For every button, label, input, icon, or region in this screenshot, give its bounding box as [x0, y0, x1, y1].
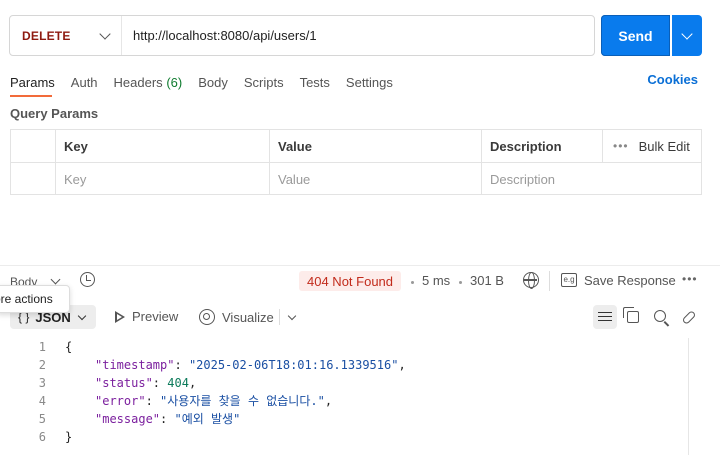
more-options-icon[interactable]: •••: [682, 272, 698, 286]
divider: [549, 271, 550, 291]
json-colon: :: [145, 394, 161, 408]
tab-headers-label: Headers: [113, 74, 163, 90]
tab-tests[interactable]: Tests: [300, 75, 330, 90]
request-tabs: Params Auth Headers (6) Body Scripts Tes…: [10, 72, 409, 92]
json-key: "message": [95, 412, 161, 426]
code-text: "message": "예외 발생": [95, 410, 240, 428]
column-header-key: Key: [64, 138, 88, 154]
response-size[interactable]: 301 B: [470, 273, 504, 288]
active-tab-indicator: [10, 95, 52, 97]
link-button[interactable]: [677, 305, 701, 329]
json-value: "사용자를 찾을 수 없습니다.": [160, 394, 325, 408]
column-header-description: Description: [490, 138, 562, 154]
divider: [279, 309, 280, 325]
json-key: "status": [95, 376, 153, 390]
line-number: 2: [38, 358, 46, 372]
code-text: {: [65, 340, 73, 354]
code-line: 5 "message": "예외 발생": [0, 410, 690, 428]
separator-dot: [459, 281, 462, 284]
copy-button[interactable]: [621, 305, 645, 329]
code-line: 2 "timestamp": "2025-02-06T18:01:16.13395…: [0, 356, 690, 374]
json-colon: :: [174, 358, 189, 372]
json-comma: ,: [398, 358, 406, 372]
tab-auth[interactable]: Auth: [71, 75, 98, 90]
search-button[interactable]: [649, 305, 673, 329]
scrollbar[interactable]: [688, 338, 689, 455]
code-text: "status": 404,: [95, 374, 196, 392]
json-value: "예외 발생": [174, 412, 241, 426]
search-icon: [654, 310, 666, 322]
visualize-label: Visualize: [222, 309, 274, 325]
copy-icon: [623, 307, 639, 323]
url-input[interactable]: http://localhost:8080/api/users/1: [122, 28, 317, 43]
save-response-button[interactable]: Save Response: [584, 273, 676, 288]
cookies-link[interactable]: Cookies: [647, 72, 698, 87]
tooltip: ore actions: [0, 285, 70, 313]
tab-headers[interactable]: Headers (6): [114, 75, 183, 90]
json-comma: ,: [188, 376, 197, 390]
save-icon[interactable]: e.g: [561, 273, 577, 287]
params-table: Key Value Description ••• Bulk Edit Key …: [10, 129, 702, 195]
tab-params[interactable]: Params: [10, 75, 55, 90]
json-value: 404: [167, 376, 189, 390]
param-description-input[interactable]: Description: [481, 163, 701, 195]
headers-count: (6): [166, 74, 183, 90]
tab-body[interactable]: Body: [198, 75, 228, 90]
code-line: 6}: [0, 428, 690, 446]
request-bar: DELETE http://localhost:8080/api/users/1: [9, 15, 595, 56]
query-params-title: Query Params: [10, 106, 99, 121]
play-icon: [115, 310, 125, 323]
json-value: "2025-02-06T18:01:16.1339516": [188, 358, 399, 372]
chevron-down-icon: [99, 27, 111, 40]
tooltip-text: ore actions: [0, 292, 53, 306]
code-line: 1{: [0, 338, 690, 356]
code-line: 3 "status": 404,: [0, 374, 690, 392]
column-header-value: Value: [278, 138, 312, 154]
tab-settings[interactable]: Settings: [346, 75, 393, 90]
table-row: Key Value Description: [11, 163, 701, 196]
wrap-icon: [598, 311, 612, 323]
send-button[interactable]: Send: [601, 15, 670, 56]
response-time[interactable]: 5 ms: [422, 273, 450, 288]
line-number: 5: [38, 412, 46, 426]
send-options-button[interactable]: [672, 15, 702, 56]
preview-label: Preview: [132, 309, 179, 324]
method-select[interactable]: DELETE: [10, 16, 122, 55]
json-comma: ,: [324, 394, 333, 408]
chevron-down-icon[interactable]: [287, 311, 297, 321]
history-icon[interactable]: [80, 272, 95, 287]
json-key: "timestamp": [95, 358, 175, 372]
line-number: 1: [38, 340, 46, 354]
table-header-row: Key Value Description ••• Bulk Edit: [11, 130, 701, 163]
status-badge[interactable]: 404 Not Found: [299, 271, 402, 291]
response-body-code[interactable]: 1{2 "timestamp": "2025-02-06T18:01:16.133…: [0, 338, 690, 446]
param-value-input[interactable]: Value: [269, 163, 481, 195]
visualize-icon: [199, 309, 215, 325]
line-number: 4: [38, 394, 46, 408]
json-colon: :: [152, 376, 168, 390]
code-text: }: [65, 430, 73, 444]
code-text: "error": "사용자를 찾을 수 없습니다.",: [95, 392, 332, 410]
column-divider: [602, 130, 603, 162]
line-number: 6: [38, 430, 46, 444]
param-key-input[interactable]: Key: [55, 163, 269, 195]
link-icon: [681, 309, 697, 325]
more-dots-icon: •••: [613, 139, 629, 153]
globe-icon[interactable]: [523, 272, 539, 289]
json-colon: :: [160, 412, 175, 426]
json-key: "error": [95, 394, 146, 408]
code-line: 4 "error": "사용자를 찾을 수 없습니다.",: [0, 392, 690, 410]
line-number: 3: [38, 376, 46, 390]
wrap-lines-button[interactable]: [593, 305, 617, 329]
visualize-button[interactable]: Visualize: [199, 309, 274, 325]
code-text: "timestamp": "2025-02-06T18:01:16.133951…: [95, 356, 406, 374]
chevron-down-icon: [681, 27, 693, 40]
bulk-edit-label: Bulk Edit: [638, 138, 690, 154]
method-label: DELETE: [22, 28, 71, 43]
bulk-edit-button[interactable]: ••• Bulk Edit: [611, 130, 701, 162]
preview-button[interactable]: Preview: [115, 309, 178, 324]
separator-dot: [411, 281, 414, 284]
chevron-down-icon: [77, 311, 87, 320]
tab-scripts[interactable]: Scripts: [244, 75, 284, 90]
